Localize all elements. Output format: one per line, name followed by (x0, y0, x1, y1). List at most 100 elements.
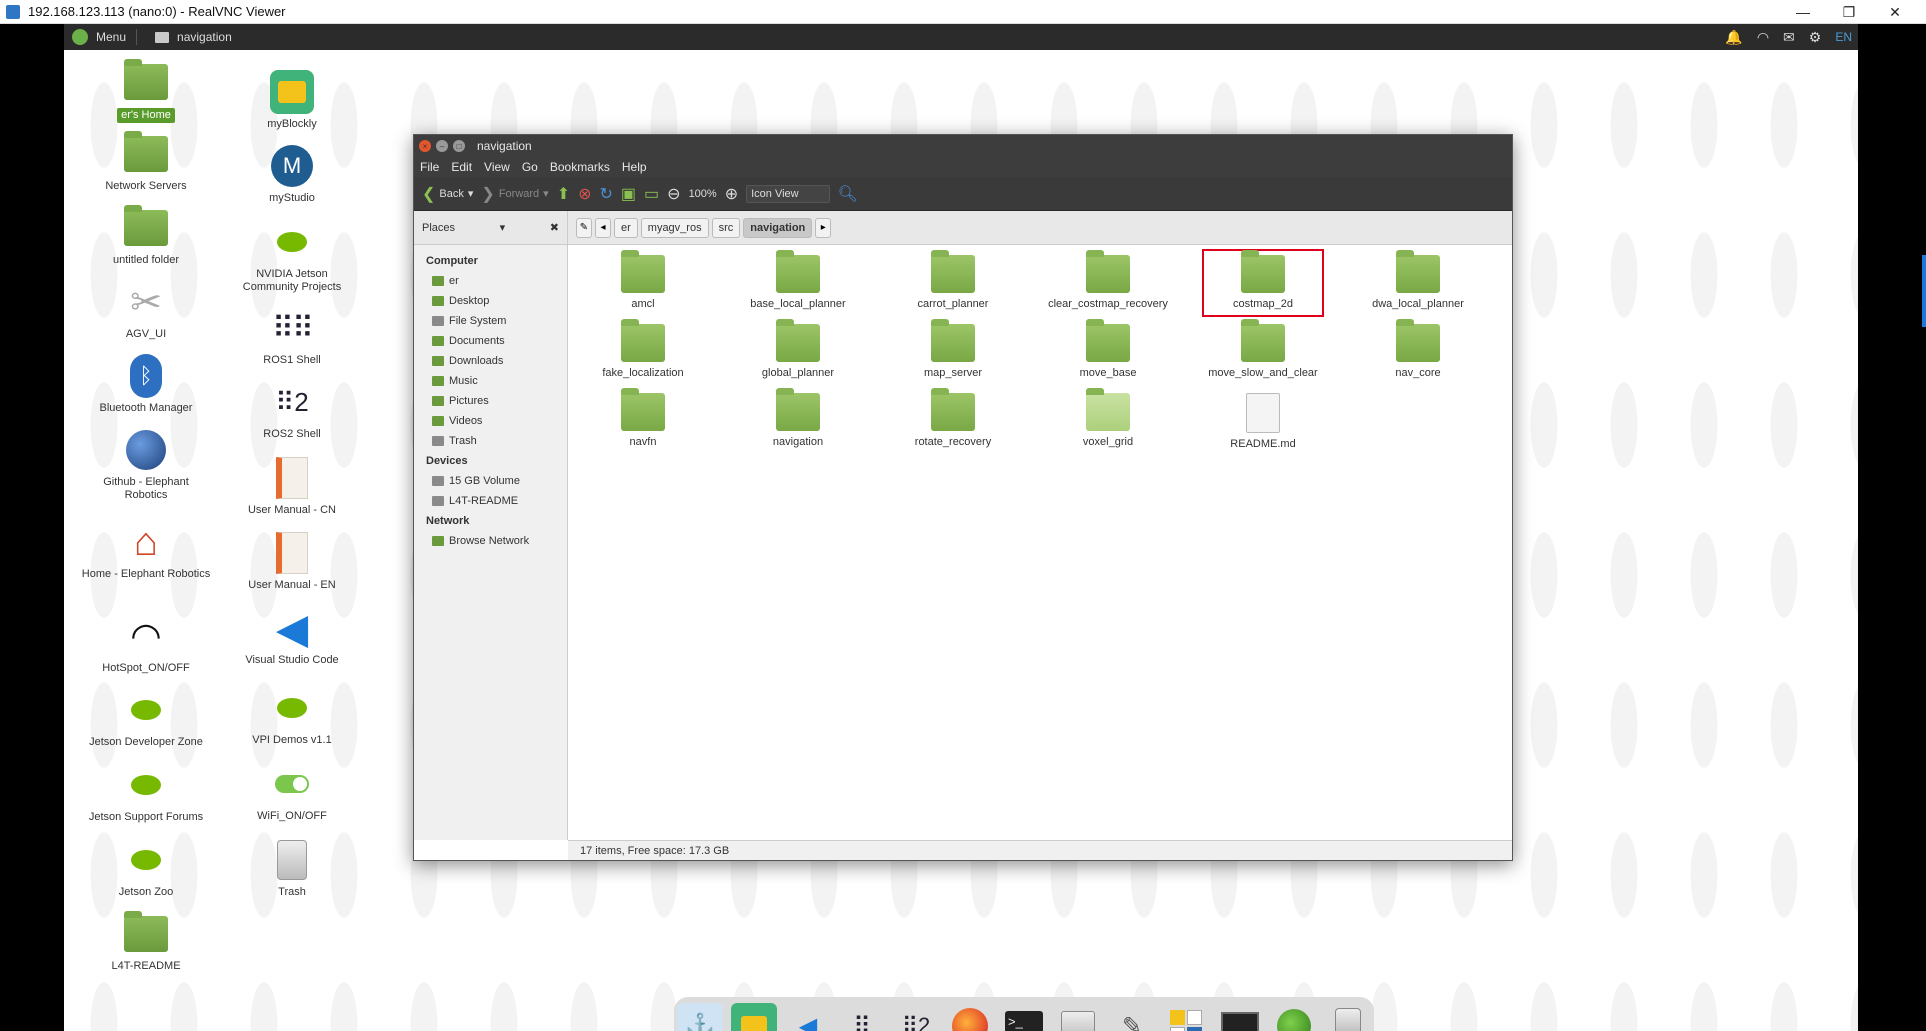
gear-icon[interactable]: ⚙ (1809, 29, 1822, 46)
file-item[interactable]: global_planner (723, 318, 873, 379)
breadcrumb-er[interactable]: er (614, 217, 638, 238)
office-icon[interactable] (1163, 1003, 1209, 1031)
file-item[interactable]: navigation (723, 387, 873, 448)
file-item[interactable]: README.md (1188, 387, 1338, 450)
file-item[interactable]: rotate_recovery (878, 387, 1028, 448)
file-icon-view[interactable]: amcl base_local_planner carrot_planner c… (568, 245, 1512, 840)
desktop-icon-wifi-onoff[interactable]: WiFi_ON/OFF (227, 760, 357, 823)
restore-button[interactable]: ❐ (1826, 0, 1872, 24)
file-manager-icon[interactable] (1055, 1003, 1101, 1031)
sidebar-item-music[interactable]: Music (414, 371, 567, 391)
sidebar-item-desktop[interactable]: Desktop (414, 291, 567, 311)
file-item[interactable]: navfn (568, 387, 718, 448)
display-icon[interactable] (1217, 1003, 1263, 1031)
anchor-icon[interactable]: ⚓ (677, 1003, 723, 1031)
terminal-icon[interactable]: >_ (1001, 1003, 1047, 1031)
file-item[interactable]: base_local_planner (723, 249, 873, 310)
file-item[interactable]: dwa_local_planner (1343, 249, 1493, 310)
desktop-icon-user-manual-cn[interactable]: User Manual - CN (227, 454, 357, 517)
file-item[interactable]: clear_costmap_recovery (1033, 249, 1183, 310)
mail-icon[interactable]: ✉ (1783, 29, 1795, 46)
file-item[interactable]: move_base (1033, 318, 1183, 379)
viewer-scroll-indicator[interactable] (1922, 255, 1926, 327)
desktop-icon-jetson-zoo[interactable]: Jetson Zoo (81, 836, 211, 899)
places-selector[interactable]: Places ▾ ✖ (414, 211, 568, 244)
desktop-icon-nvidia-community[interactable]: NVIDIA Jetson Community Projects (227, 218, 357, 294)
sidebar-item-l4t-readme[interactable]: L4T-README (414, 491, 567, 511)
search-icon[interactable]: 🔍︎ (838, 184, 858, 204)
text-editor-icon[interactable]: ✎ (1109, 1003, 1155, 1031)
desktop-icon-l4t-readme[interactable]: L4T-README (81, 910, 211, 973)
sidebar-item-videos[interactable]: Videos (414, 411, 567, 431)
vscode-icon[interactable]: ◀ (785, 1003, 831, 1031)
file-item[interactable]: carrot_planner (878, 249, 1028, 310)
up-arrow-icon[interactable]: ⬆ (557, 184, 570, 204)
file-item[interactable]: amcl (568, 249, 718, 310)
window-close-icon[interactable]: × (419, 140, 431, 152)
menu-help[interactable]: Help (622, 160, 647, 174)
file-item[interactable]: voxel_grid (1033, 387, 1183, 448)
minimize-button[interactable]: — (1780, 0, 1826, 24)
green-circle-icon[interactable] (1271, 1003, 1317, 1031)
back-button[interactable]: ❮ Back ▾ (422, 184, 473, 204)
menu-button[interactable]: Menu (72, 29, 126, 45)
sidebar-item-trash[interactable]: Trash (414, 431, 567, 451)
desktop-icon-untitled-folder[interactable]: untitled folder (81, 204, 211, 267)
ros2-icon[interactable]: ⠿ 2 (893, 1003, 939, 1031)
file-item[interactable]: fake_localization (568, 318, 718, 379)
desktop-icon-github-elephant[interactable]: Github - Elephant Robotics (81, 426, 211, 502)
zoom-in-icon[interactable]: ⊕ (725, 184, 738, 204)
menu-view[interactable]: View (484, 160, 510, 174)
desktop-icon-myblockly[interactable]: myBlockly (227, 68, 357, 131)
close-sidebar-icon[interactable]: ✖ (550, 221, 559, 234)
file-item-highlighted[interactable]: costmap_2d (1188, 249, 1338, 317)
desktop-icon-jetson-forums[interactable]: Jetson Support Forums (81, 761, 211, 824)
menu-bookmarks[interactable]: Bookmarks (550, 160, 610, 174)
breadcrumb-right-icon[interactable]: ▸ (815, 217, 832, 238)
wifi-icon[interactable]: ◠ (1757, 29, 1769, 46)
zoom-out-icon[interactable]: ⊖ (667, 184, 680, 204)
breadcrumb-left-icon[interactable]: ◂ (595, 217, 611, 238)
desktop-icon-mystudio[interactable]: M myStudio (227, 142, 357, 205)
keyboard-language[interactable]: EN (1835, 30, 1852, 44)
window-titlebar[interactable]: × – □ navigation (414, 135, 1512, 157)
desktop-icon-bluetooth-manager[interactable]: ᛒ Bluetooth Manager (81, 352, 211, 415)
myblockly-icon[interactable] (731, 1003, 777, 1031)
desktop-icon-jetson-dev-zone[interactable]: Jetson Developer Zone (81, 686, 211, 749)
edit-location-icon[interactable]: ✎ (576, 217, 592, 238)
breadcrumb-myagv-ros[interactable]: myagv_ros (640, 217, 709, 238)
file-item[interactable]: nav_core (1343, 318, 1493, 379)
sidebar-item-downloads[interactable]: Downloads (414, 351, 567, 371)
close-button[interactable]: ✕ (1872, 0, 1918, 24)
home-folder-icon[interactable]: ▣ (621, 184, 636, 204)
reload-icon[interactable]: ↻ (600, 184, 613, 204)
file-item[interactable]: map_server (878, 318, 1028, 379)
sidebar-item-browse-network[interactable]: Browse Network (414, 531, 567, 551)
sidebar-item-pictures[interactable]: Pictures (414, 391, 567, 411)
window-maximize-icon[interactable]: □ (453, 140, 465, 152)
desktop-icon-vpi-demos[interactable]: VPI Demos v1.1 (227, 684, 357, 747)
desktop-icon-home-elephant[interactable]: ⌂ Home - Elephant Robotics (81, 518, 211, 581)
desktop-icon-user-manual-en[interactable]: User Manual - EN (227, 529, 357, 592)
computer-icon[interactable]: ▭ (644, 184, 659, 204)
desktop-icon-ros1-shell[interactable]: ⠿⠿ ROS1 Shell (227, 304, 357, 367)
trash-icon[interactable] (1325, 1003, 1371, 1031)
desktop-icon-ros2-shell[interactable]: ⠿2 ROS2 Shell (227, 378, 357, 441)
desktop-icon-vscode[interactable]: ◀ Visual Studio Code (227, 604, 357, 667)
window-minimize-icon[interactable]: – (436, 140, 448, 152)
file-item[interactable]: move_slow_and_clear (1188, 318, 1338, 379)
breadcrumb-src[interactable]: src (711, 217, 741, 238)
desktop-icon-trash[interactable]: Trash (227, 836, 357, 899)
sidebar-item-15gb-volume[interactable]: 15 GB Volume (414, 471, 567, 491)
menu-file[interactable]: File (420, 160, 439, 174)
ros-icon[interactable]: ⠿ (839, 1003, 885, 1031)
bell-icon[interactable]: 🔔 (1725, 29, 1742, 46)
sidebar-item-filesystem[interactable]: File System (414, 311, 567, 331)
desktop-icon-home[interactable]: er's Home (81, 58, 211, 123)
menu-go[interactable]: Go (522, 160, 538, 174)
forward-button[interactable]: ❯ Forward ▾ (481, 184, 548, 204)
desktop-icon-network-servers[interactable]: Network Servers (81, 130, 211, 193)
desktop-icon-hotspot[interactable]: ◠ HotSpot_ON/OFF (81, 612, 211, 675)
view-mode-select[interactable]: Icon View (746, 184, 830, 203)
firefox-icon[interactable] (947, 1003, 993, 1031)
